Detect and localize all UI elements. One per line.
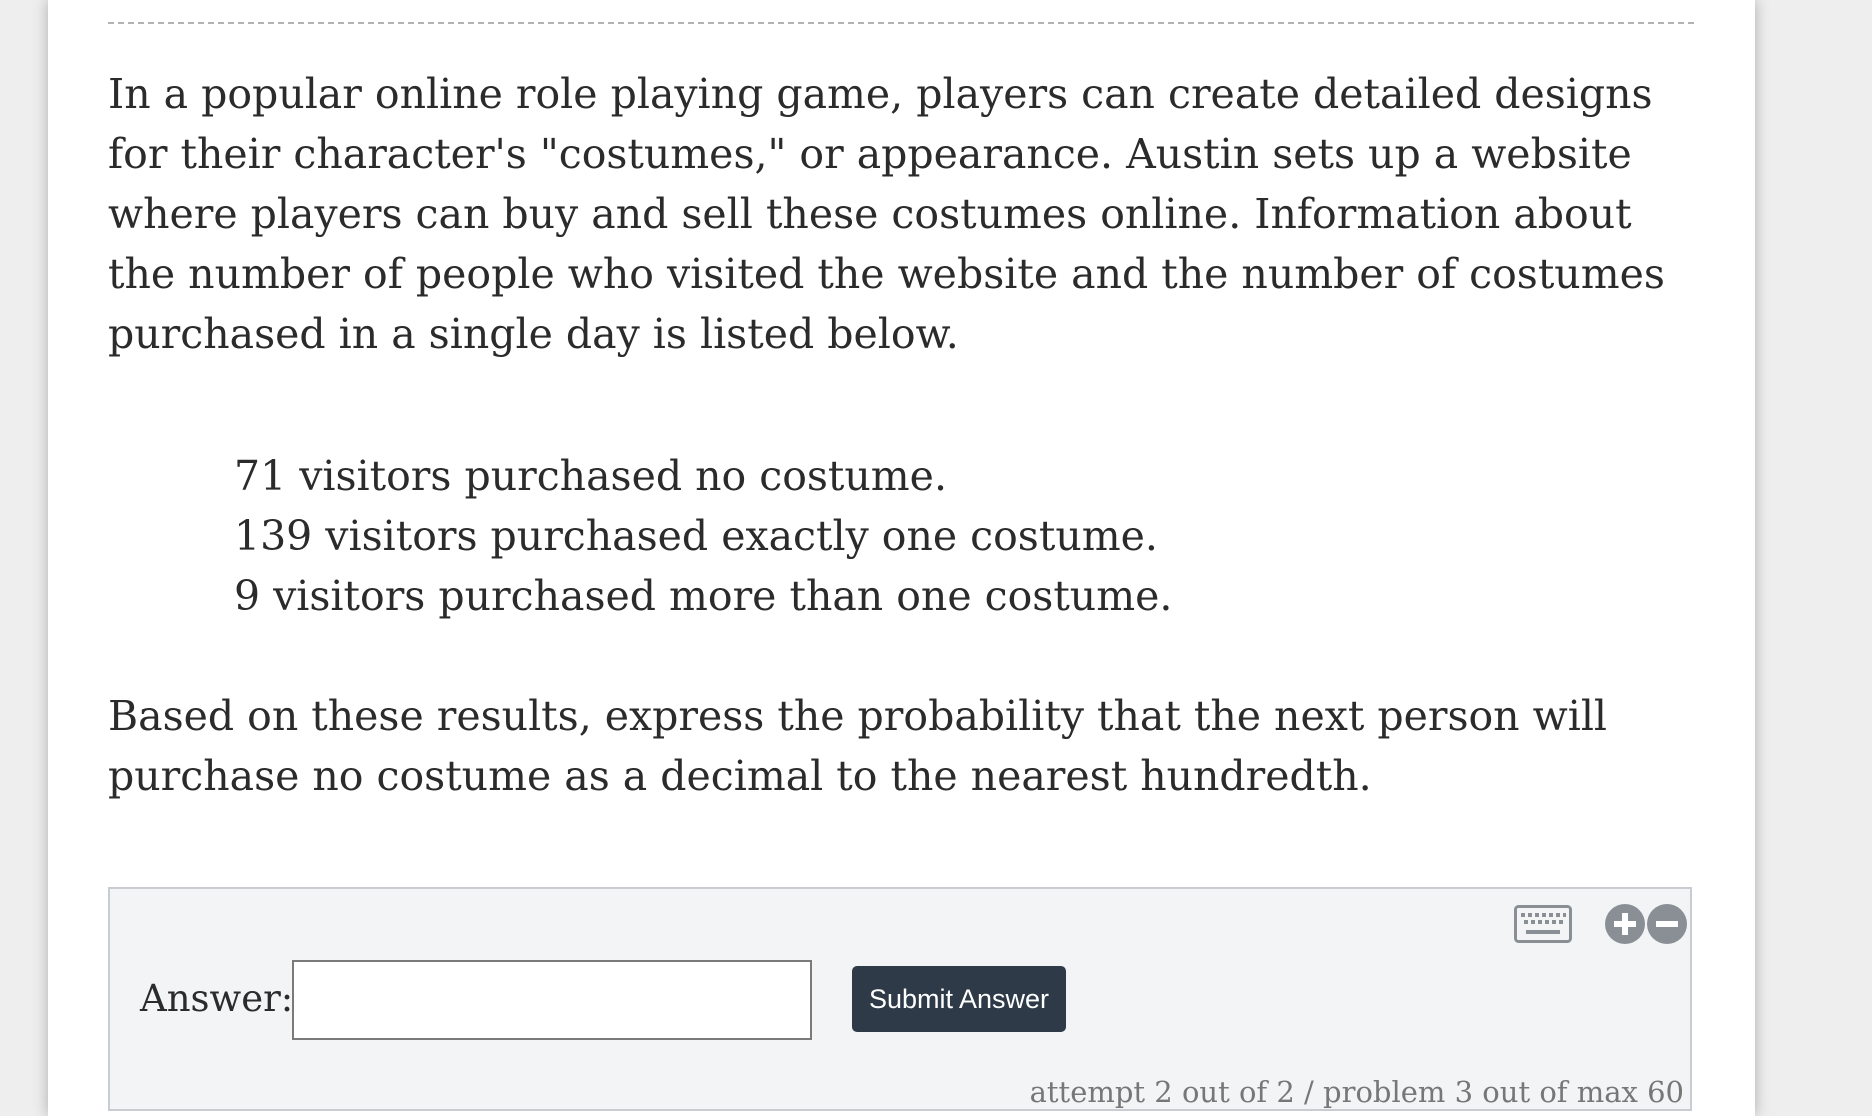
list-item: 71 visitors purchased no costume.: [234, 452, 947, 500]
dashed-divider: [108, 22, 1694, 24]
attempt-status: attempt 2 out of 2 / problem 3 out of ma…: [1029, 1075, 1684, 1109]
keyboard-icon[interactable]: [1514, 905, 1572, 943]
question-prompt: Based on these results, express the prob…: [108, 692, 1608, 800]
answer-panel: Answer: Submit Answer attempt 2 out of 2…: [108, 887, 1692, 1111]
answer-label: Answer:: [140, 977, 294, 1020]
list-item: 139 visitors purchased exactly one costu…: [234, 512, 1158, 560]
answer-input[interactable]: [292, 960, 812, 1040]
list-item: 9 visitors purchased more than one costu…: [234, 572, 1173, 620]
content-card: In a popular online role playing game, p…: [48, 0, 1755, 1116]
zoom-in-icon[interactable]: [1604, 903, 1646, 945]
question-paragraph: In a popular online role playing game, p…: [108, 70, 1665, 358]
zoom-out-icon[interactable]: [1646, 903, 1688, 945]
data-list: 71 visitors purchased no costume. 139 vi…: [234, 446, 1172, 626]
submit-answer-button[interactable]: Submit Answer: [852, 966, 1066, 1032]
